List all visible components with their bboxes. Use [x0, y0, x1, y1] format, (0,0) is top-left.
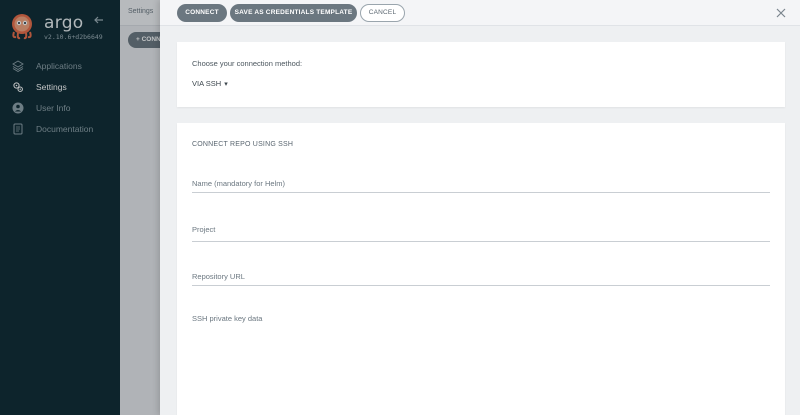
project-input[interactable]: [192, 225, 770, 234]
name-input[interactable]: [192, 179, 770, 188]
caret-down-icon: ▾: [224, 80, 228, 88]
cancel-button[interactable]: CANCEL: [360, 4, 405, 22]
ssh-form-card: CONNECT REPO USING SSH SSH private key d…: [177, 123, 785, 415]
name-field: [192, 177, 770, 193]
connect-repo-panel: CONNECT SAVE AS CREDENTIALS TEMPLATE CAN…: [160, 0, 800, 415]
panel-header: CONNECT SAVE AS CREDENTIALS TEMPLATE CAN…: [160, 0, 800, 26]
save-as-credentials-template-button[interactable]: SAVE AS CREDENTIALS TEMPLATE: [230, 4, 357, 22]
connection-method-prompt: Choose your connection method:: [192, 59, 303, 68]
connection-method-dropdown[interactable]: VIA SSH ▾: [192, 79, 228, 88]
form-section-title: CONNECT REPO USING SSH: [192, 141, 294, 148]
ssh-private-key-textarea[interactable]: SSH private key data: [192, 314, 262, 323]
repository-url-field: [192, 270, 770, 286]
connection-method-selected: VIA SSH: [192, 79, 222, 88]
project-field: [192, 220, 770, 242]
connection-method-card: Choose your connection method: VIA SSH ▾: [177, 42, 785, 107]
close-icon[interactable]: [774, 6, 788, 20]
connect-button[interactable]: CONNECT: [177, 4, 227, 22]
repository-url-input[interactable]: [192, 272, 770, 281]
